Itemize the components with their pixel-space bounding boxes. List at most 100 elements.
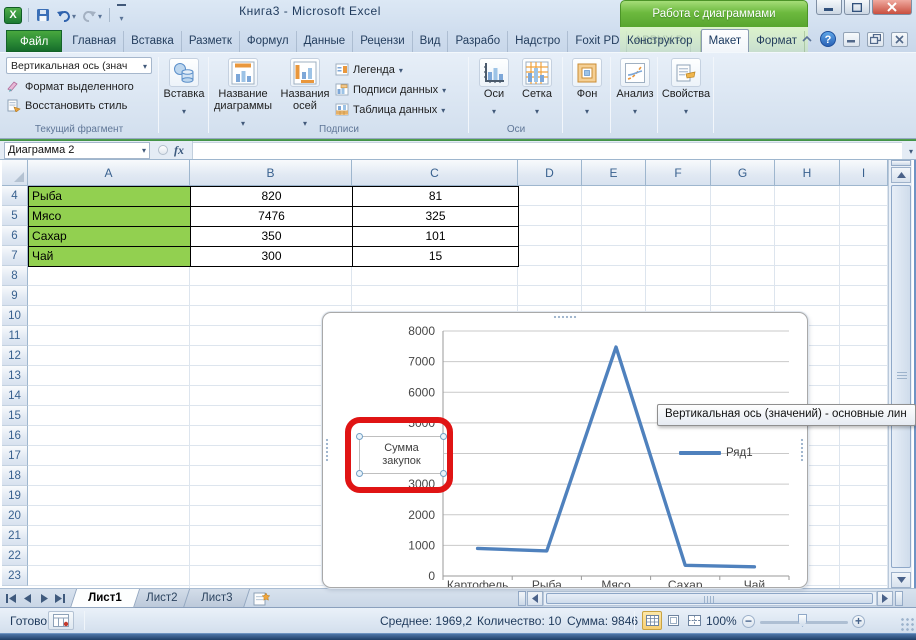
name-box-dropdown-icon[interactable] [142, 144, 146, 156]
ribbon-tab[interactable]: Рецензи [353, 31, 412, 52]
ribbon-tab[interactable]: Главная [65, 31, 124, 52]
data-table-button[interactable]: Таблица данных [335, 101, 446, 118]
column-header[interactable]: C [352, 160, 518, 186]
format-selection-button[interactable]: Формат выделенного [4, 77, 154, 96]
data-labels-button[interactable]: Подписи данных [335, 81, 446, 98]
ribbon-tab[interactable]: Вставка [124, 31, 182, 52]
legend-button[interactable]: Легенда [335, 61, 446, 78]
collapse-ribbon-icon[interactable] [801, 35, 813, 43]
selection-handle[interactable] [440, 433, 447, 440]
cell-value[interactable]: 81 [353, 187, 519, 207]
row-header[interactable]: 8 [2, 266, 28, 286]
chart-drag-grip[interactable] [800, 438, 805, 462]
prev-sheet-icon[interactable] [20, 591, 35, 606]
scroll-right-icon[interactable] [877, 591, 893, 606]
chart-drag-grip[interactable] [553, 315, 577, 320]
ribbon-tab[interactable]: Данные [297, 31, 354, 52]
page-break-view-button[interactable] [684, 611, 704, 630]
properties-button[interactable]: Свойства [660, 55, 712, 119]
column-header[interactable]: I [840, 160, 888, 186]
row-header[interactable]: 9 [2, 286, 28, 306]
axis-titles-button[interactable]: Названия осей [275, 55, 335, 131]
workbook-restore-icon[interactable] [867, 32, 884, 47]
chart-title-button[interactable]: Название диаграммы [211, 55, 275, 131]
row-header[interactable]: 17 [2, 446, 28, 466]
row-header[interactable]: 10 [2, 306, 28, 326]
cell-value[interactable]: 101 [353, 227, 519, 247]
insert-function-icon[interactable]: fx [174, 143, 184, 158]
row-header[interactable]: 13 [2, 366, 28, 386]
macro-record-button[interactable] [48, 611, 74, 630]
analysis-button[interactable]: Анализ [613, 55, 657, 119]
vertical-scrollbar[interactable] [888, 160, 912, 588]
chart-object[interactable]: 800070006000500040003000200010000Картофе… [322, 312, 808, 588]
row-header[interactable]: 12 [2, 346, 28, 366]
scroll-down-icon[interactable] [891, 572, 911, 588]
reset-style-button[interactable]: Восстановить стиль [4, 96, 154, 115]
tab-file[interactable]: Файл [6, 30, 62, 52]
chart-drag-grip[interactable] [325, 438, 330, 462]
background-button[interactable]: Фон [565, 55, 609, 119]
last-sheet-icon[interactable] [52, 591, 67, 606]
chart-legend[interactable]: Ряд1 [679, 447, 753, 459]
row-header[interactable]: 23 [2, 566, 28, 586]
ribbon-tab[interactable]: Вид [413, 31, 449, 52]
row-header[interactable]: 14 [2, 386, 28, 406]
column-header[interactable]: G [711, 160, 775, 186]
selection-handle[interactable] [356, 433, 363, 440]
ribbon-tab[interactable]: Формул [240, 31, 297, 52]
zoom-in-button[interactable]: + [852, 615, 865, 628]
row-header[interactable]: 16 [2, 426, 28, 446]
normal-view-button[interactable] [642, 611, 662, 630]
ribbon-tab[interactable]: Разметк [182, 31, 240, 52]
row-header[interactable]: 18 [2, 466, 28, 486]
axis-title-textbox[interactable]: Сумма закупок [359, 436, 444, 474]
row-header[interactable]: 21 [2, 526, 28, 546]
selection-handle[interactable] [440, 470, 447, 477]
close-button[interactable] [872, 0, 912, 15]
cell-value[interactable]: 350 [191, 227, 353, 247]
horizontal-scrollbar[interactable] [543, 591, 877, 606]
chart-element-dropdown[interactable]: Вертикальная ось (знач [6, 57, 152, 74]
ribbon-tab-contextual[interactable]: Конструктор [620, 31, 701, 52]
name-box[interactable]: Диаграмма 2 [4, 142, 150, 159]
row-header[interactable]: 19 [2, 486, 28, 506]
column-header[interactable]: H [775, 160, 840, 186]
split-handle[interactable] [518, 591, 526, 606]
row-header[interactable]: 22 [2, 546, 28, 566]
sheet-tab[interactable]: Лист1 [70, 589, 140, 608]
resize-grip[interactable] [900, 617, 914, 631]
cell-product[interactable]: Сахар [29, 227, 191, 247]
row-header[interactable]: 4 [2, 186, 28, 206]
row-header[interactable]: 6 [2, 226, 28, 246]
vertical-scroll-thumb[interactable] [891, 185, 911, 568]
zoom-level[interactable]: 100% [706, 614, 737, 628]
next-sheet-icon[interactable] [36, 591, 51, 606]
row-header[interactable]: 5 [2, 206, 28, 226]
cell-product[interactable]: Чай [29, 247, 191, 267]
minimize-button[interactable] [816, 0, 842, 15]
workbook-close-icon[interactable] [891, 32, 908, 47]
sheet-tab[interactable]: Лист3 [183, 589, 251, 608]
column-header[interactable]: B [190, 160, 352, 186]
ribbon-tab-contextual[interactable]: Формат [749, 31, 805, 52]
cell-product[interactable]: Рыба [29, 187, 191, 207]
axes-button[interactable]: Оси [473, 55, 515, 119]
zoom-slider-thumb[interactable] [798, 614, 807, 627]
first-sheet-icon[interactable] [4, 591, 19, 606]
cell-value[interactable]: 7476 [191, 207, 353, 227]
ribbon-tab-contextual[interactable]: Макет [701, 29, 750, 52]
column-header[interactable]: D [518, 160, 582, 186]
row-header[interactable]: 11 [2, 326, 28, 346]
column-header[interactable]: E [582, 160, 646, 186]
split-handle[interactable] [895, 591, 903, 606]
cell-value[interactable]: 325 [353, 207, 519, 227]
scroll-left-icon[interactable] [527, 591, 543, 606]
cell-value[interactable]: 300 [191, 247, 353, 267]
scroll-up-icon[interactable] [891, 167, 911, 183]
maximize-button[interactable] [844, 0, 870, 15]
split-handle[interactable] [891, 160, 911, 166]
zoom-out-button[interactable]: − [742, 615, 755, 628]
ribbon-tab[interactable]: Разрабо [448, 31, 508, 52]
cell-product[interactable]: Мясо [29, 207, 191, 227]
